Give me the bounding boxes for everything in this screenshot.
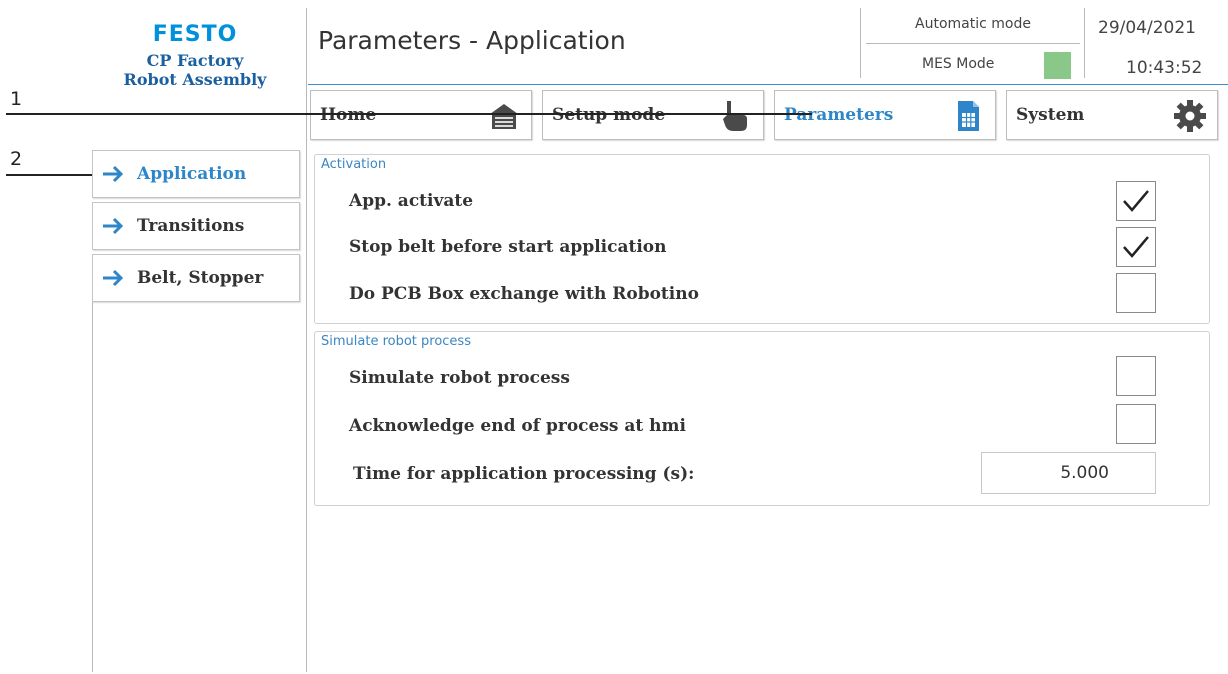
sidebar-item-label: Belt, Stopper <box>137 268 264 288</box>
arrow-right-icon <box>103 165 124 183</box>
acknowledge-end-label: Acknowledge end of process at hmi <box>349 416 686 436</box>
callout-1-line <box>6 113 812 115</box>
sidebar-item-transitions[interactable]: Transitions <box>92 202 300 250</box>
processing-time-input[interactable]: 5.000 <box>981 452 1156 494</box>
nav-home-label: Home <box>320 105 377 125</box>
date-display: 29/04/2021 <box>1098 18 1196 38</box>
station-line2: Robot Assembly <box>123 70 267 89</box>
nav-parameters-button[interactable]: Parameters <box>774 90 996 140</box>
gear-icon <box>1174 100 1206 132</box>
mes-mode-row: MES Mode <box>866 48 1080 79</box>
home-icon <box>490 104 518 129</box>
activation-group-title: Activation <box>321 157 387 172</box>
brand-name: FESTO <box>152 22 238 47</box>
app-activate-label: App. activate <box>349 191 474 211</box>
sidebar-item-belt-stopper[interactable]: Belt, Stopper <box>92 254 300 302</box>
nav-home-button[interactable]: Home <box>310 90 532 140</box>
simulate-robot-checkbox[interactable] <box>1116 356 1156 396</box>
app-activate-checkbox[interactable] <box>1116 181 1156 221</box>
simulate-robot-label: Simulate robot process <box>349 368 570 388</box>
checkmark-icon <box>1123 236 1149 258</box>
pcb-box-exchange-label: Do PCB Box exchange with Robotino <box>349 284 699 304</box>
arrow-right-icon <box>103 269 124 287</box>
simulate-group-title: Simulate robot process <box>321 334 471 349</box>
nav-setup-label: Setup mode <box>552 105 666 125</box>
festo-logo: FESTO CP Factory Robot Assembly <box>92 22 298 89</box>
callout-2-number: 2 <box>10 148 23 170</box>
callout-1-number: 1 <box>10 88 23 110</box>
checkmark-icon <box>1123 190 1149 212</box>
sidebar-item-label: Transitions <box>137 216 245 236</box>
mes-status-indicator <box>1044 52 1071 79</box>
page-left-divider <box>92 300 93 672</box>
header-underline <box>308 84 1228 85</box>
simulate-group: Simulate robot process Simulate robot pr… <box>314 331 1210 506</box>
activation-group: Activation App. activate Stop belt befor… <box>314 154 1210 324</box>
hand-pointer-icon <box>723 101 747 131</box>
acknowledge-end-checkbox[interactable] <box>1116 404 1156 444</box>
header-divider-date <box>1084 8 1085 78</box>
nav-system-button[interactable]: System <box>1006 90 1218 140</box>
arrow-right-icon <box>103 217 124 235</box>
processing-time-label: Time for application processing (s): <box>353 464 695 484</box>
nav-system-label: System <box>1016 105 1085 125</box>
time-display: 10:43:52 <box>1126 58 1203 78</box>
header-divider-mode <box>860 8 861 78</box>
pcb-box-exchange-checkbox[interactable] <box>1116 273 1156 313</box>
stop-belt-checkbox[interactable] <box>1116 227 1156 267</box>
sidebar-divider <box>306 8 307 672</box>
document-table-icon <box>958 101 979 131</box>
nav-parameters-label: Parameters <box>784 105 894 125</box>
operating-mode: Automatic mode <box>866 8 1080 44</box>
sidebar-item-label: Application <box>137 164 247 184</box>
mode-panel: Automatic mode MES Mode <box>866 8 1080 79</box>
station-line1: CP Factory <box>146 51 244 70</box>
nav-setup-button[interactable]: Setup mode <box>542 90 764 140</box>
stop-belt-label: Stop belt before start application <box>349 237 667 257</box>
page-title: Parameters - Application <box>318 26 626 55</box>
sidebar-item-application[interactable]: Application <box>92 150 300 198</box>
mes-mode-label: MES Mode <box>922 56 995 72</box>
